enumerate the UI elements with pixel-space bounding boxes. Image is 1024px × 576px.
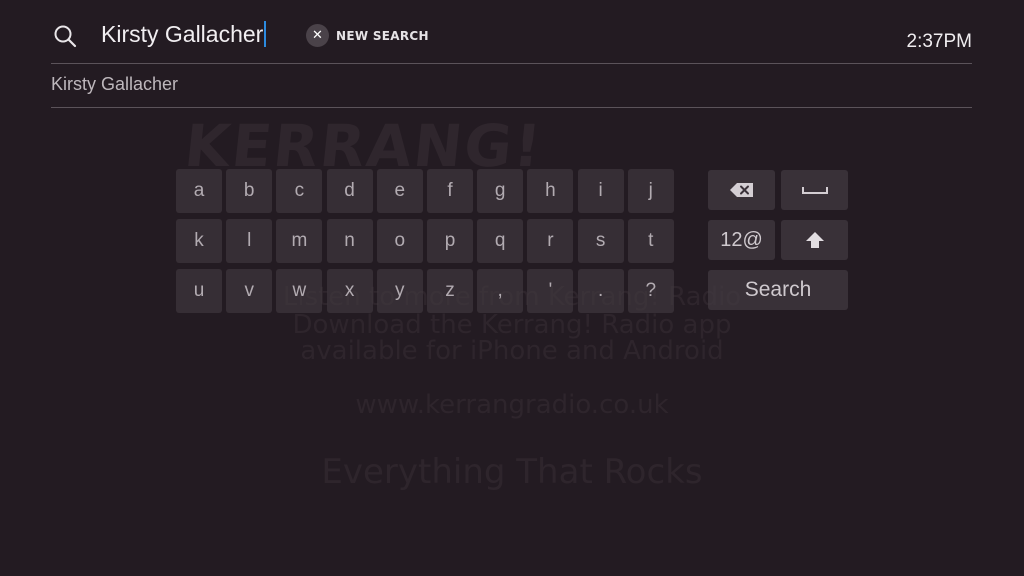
divider [51,63,972,64]
text-caret [264,21,267,47]
key-u[interactable]: u [176,269,222,313]
key-p[interactable]: p [427,219,473,263]
key-g[interactable]: g [477,169,524,213]
key-c[interactable]: c [276,169,323,213]
suggestion-item[interactable]: Kirsty Gallacher [51,74,178,95]
key-q[interactable]: q [477,219,524,263]
key-i[interactable]: i [577,169,624,213]
key-j[interactable]: j [627,169,674,213]
numbers-symbols-key[interactable]: 12@ [708,220,775,260]
key-h[interactable]: h [527,169,574,213]
new-search-label: NEW SEARCH [336,28,429,43]
key-o[interactable]: o [376,219,423,263]
shift-key[interactable] [781,220,848,260]
key-,[interactable]: , [477,269,524,313]
key-f[interactable]: f [427,169,473,213]
key-t[interactable]: t [627,219,674,263]
key-v[interactable]: v [226,269,273,313]
key-s[interactable]: s [577,219,624,263]
shift-arrow-icon [805,232,824,248]
search-icon [54,25,77,48]
key-y[interactable]: y [376,269,423,313]
key-k[interactable]: k [176,219,222,263]
clock: 2:37PM [906,31,972,52]
key-x[interactable]: x [326,269,373,313]
key-n[interactable]: n [326,219,373,263]
key-b[interactable]: b [226,169,273,213]
key-z[interactable]: z [427,269,473,313]
key-w[interactable]: w [276,269,323,313]
background-url: www.kerrangradio.co.uk [355,390,669,420]
background-tagline: Everything That Rocks [321,452,703,492]
search-query-text: Kirsty Gallacher [101,21,264,47]
key-'[interactable]: ' [527,269,574,313]
key-a[interactable]: a [176,169,222,213]
backspace-key[interactable] [708,170,775,210]
search-key[interactable]: Search [708,270,848,310]
backspace-icon [729,183,753,197]
key-?[interactable]: ? [627,269,674,313]
space-icon [801,187,828,194]
close-icon: ✕ [306,24,329,47]
divider [51,107,972,108]
background-text-line: Download the Kerrang! Radio app [292,310,732,340]
key-m[interactable]: m [276,219,323,263]
key-d[interactable]: d [326,169,373,213]
new-search-button[interactable]: ✕ NEW SEARCH [306,24,429,47]
key-r[interactable]: r [527,219,574,263]
key-l[interactable]: l [226,219,273,263]
search-input[interactable]: Kirsty Gallacher [101,21,267,48]
key-e[interactable]: e [376,169,423,213]
key-.[interactable]: . [577,269,624,313]
background-text-line: available for iPhone and Android [300,336,724,366]
space-key[interactable] [781,170,848,210]
